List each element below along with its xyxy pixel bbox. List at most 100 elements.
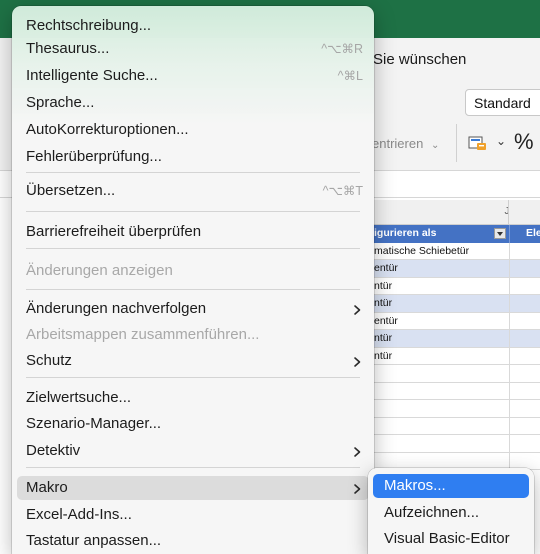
menu-item-label: Übersetzen... — [26, 182, 116, 199]
column-divider — [508, 200, 509, 224]
table-cell[interactable] — [509, 295, 540, 312]
tell-me-search[interactable]: Sie wünschen — [373, 51, 466, 68]
keyboard-shortcut: ^⌥⌘R — [321, 42, 363, 56]
menu-item-label: Makro — [26, 479, 68, 496]
worksheet-grid[interactable]: igurieren alsElemmatische Schiebetürentü… — [372, 225, 540, 470]
column-header-row: J — [372, 200, 540, 225]
menu-item-szenario-manager[interactable]: Szenario-Manager... — [17, 412, 369, 436]
table-cell[interactable]: matische Schiebetür — [372, 243, 508, 260]
menu-item-makro[interactable]: Makro — [17, 476, 369, 500]
column-header-j[interactable]: J — [495, 200, 519, 224]
table-cell[interactable] — [509, 417, 540, 434]
table-row[interactable]: ntür — [372, 347, 540, 365]
submenu-item-makros[interactable]: Makros... — [373, 474, 529, 498]
table-row[interactable] — [372, 365, 540, 383]
makro-submenu: Makros... Aufzeichnen... Visual Basic-Edit… — [368, 468, 534, 554]
menu-item-label: Intelligente Suche... — [26, 67, 158, 84]
chevron-down-icon: ⌄ — [430, 140, 440, 151]
submenu-item-label: Visual Basic-Editor — [384, 530, 510, 547]
merge-center-label: entrieren — [372, 136, 424, 151]
chevron-right-icon — [351, 445, 363, 457]
menu-item-label: Änderungen nachverfolgen — [26, 300, 207, 317]
menu-item-tastatur-anpassen[interactable]: Tastatur anpassen... — [17, 529, 369, 553]
table-row[interactable]: ntür — [372, 277, 540, 295]
menu-item-label: AutoKorrekturoptionen... — [26, 121, 189, 138]
merge-center-button[interactable]: entrieren ⌄ — [372, 136, 439, 151]
table-cell[interactable] — [509, 400, 540, 417]
table-cell[interactable]: Elem — [509, 225, 540, 243]
menu-separator — [26, 289, 360, 290]
menu-item-label: Barrierefreiheit überprüfen — [26, 223, 202, 240]
number-format-select[interactable]: Standard — [465, 89, 540, 116]
table-cell[interactable] — [509, 312, 540, 329]
chevron-down-icon[interactable]: ⌄ — [496, 134, 506, 148]
table-cell[interactable] — [509, 347, 540, 364]
menu-item-uebersetzen[interactable]: Übersetzen... ^⌥⌘T — [17, 179, 369, 203]
table-cell[interactable] — [509, 435, 540, 452]
ribbon-divider — [456, 124, 457, 162]
table-cell[interactable]: entür — [372, 313, 508, 330]
chevron-right-icon — [351, 482, 363, 494]
tools-menu: Rechtschreibung... Thesaurus... ^⌥⌘R Intell… — [12, 6, 374, 554]
table-row[interactable]: matische Schiebetür — [372, 242, 540, 260]
table-cell[interactable]: entür — [372, 260, 508, 277]
menu-separator — [26, 211, 360, 212]
menu-item-label: Rechtschreibung... — [26, 17, 152, 34]
table-row[interactable] — [372, 417, 540, 435]
table-row[interactable]: entür — [372, 260, 540, 278]
menu-item-arbeitsmappen-zusammenfuehren: Arbeitsmappen zusammenführen... — [17, 323, 369, 347]
menu-item-aenderungen-anzeigen: Änderungen anzeigen — [17, 259, 369, 283]
table-cell[interactable] — [509, 382, 540, 399]
menu-separator — [26, 248, 360, 249]
table-cell[interactable] — [509, 365, 540, 382]
menu-item-label: Detektiv — [26, 442, 81, 459]
accounting-format-icon[interactable] — [468, 135, 488, 151]
menu-item-fehlerpruefung[interactable]: Fehlerüberprüfung... — [17, 145, 369, 169]
table-cell[interactable] — [509, 330, 540, 347]
table-row[interactable] — [372, 435, 540, 453]
menu-item-label: Thesaurus... — [26, 40, 110, 57]
menu-separator — [26, 377, 360, 378]
submenu-item-vba-editor[interactable]: Visual Basic-Editor — [373, 527, 529, 551]
table-cell[interactable] — [509, 452, 540, 469]
submenu-item-label: Makros... — [384, 477, 446, 494]
submenu-item-label: Aufzeichnen... — [384, 504, 480, 521]
menu-separator — [26, 172, 360, 173]
table-row[interactable]: ntür — [372, 330, 540, 348]
menu-item-aenderungen-nachverfolgen[interactable]: Änderungen nachverfolgen — [17, 297, 369, 321]
menu-item-schutz[interactable]: Schutz — [17, 349, 369, 373]
table-row[interactable] — [372, 400, 540, 418]
keyboard-shortcut: ^⌘L — [337, 69, 363, 83]
menu-item-barrierefreiheit[interactable]: Barrierefreiheit überprüfen — [17, 220, 369, 244]
table-row[interactable] — [372, 382, 540, 400]
filter-dropdown-icon[interactable] — [494, 228, 506, 239]
table-cell[interactable] — [509, 242, 540, 259]
table-cell[interactable]: ntür — [372, 330, 508, 347]
table-cell[interactable] — [509, 277, 540, 294]
menu-item-thesaurus[interactable]: Thesaurus... ^⌥⌘R — [17, 37, 369, 61]
table-cell[interactable] — [509, 260, 540, 277]
menu-item-label: Sprache... — [26, 94, 95, 111]
table-header-row[interactable]: igurieren alsElem — [372, 225, 540, 243]
menu-item-excel-add-ins[interactable]: Excel-Add-Ins... — [17, 503, 369, 527]
menu-item-label: Änderungen anzeigen — [26, 262, 173, 279]
menu-separator — [26, 467, 360, 468]
percent-style-button[interactable]: % — [514, 129, 534, 155]
menu-item-label: Arbeitsmappen zusammenführen... — [26, 326, 260, 343]
menu-item-label: Szenario-Manager... — [26, 415, 162, 432]
table-cell[interactable]: ntür — [372, 295, 508, 312]
submenu-item-aufzeichnen[interactable]: Aufzeichnen... — [373, 501, 529, 525]
menu-item-intelligente-suche[interactable]: Intelligente Suche... ^⌘L — [17, 64, 369, 88]
menu-item-rechtschreibung[interactable]: Rechtschreibung... — [17, 14, 369, 38]
table-cell[interactable]: ntür — [372, 278, 508, 295]
table-row[interactable]: ntür — [372, 295, 540, 313]
menu-item-autokorrektur[interactable]: AutoKorrekturoptionen... — [17, 118, 369, 142]
menu-item-detektiv[interactable]: Detektiv — [17, 439, 369, 463]
table-row[interactable]: entür — [372, 312, 540, 330]
table-cell[interactable]: igurieren als — [372, 225, 508, 242]
menu-item-zielwertsuche[interactable]: Zielwertsuche... — [17, 386, 369, 410]
menu-item-label: Tastatur anpassen... — [26, 532, 162, 549]
menu-item-label: Fehlerüberprüfung... — [26, 148, 162, 165]
menu-item-sprache[interactable]: Sprache... — [17, 91, 369, 115]
table-cell[interactable]: ntür — [372, 348, 508, 365]
